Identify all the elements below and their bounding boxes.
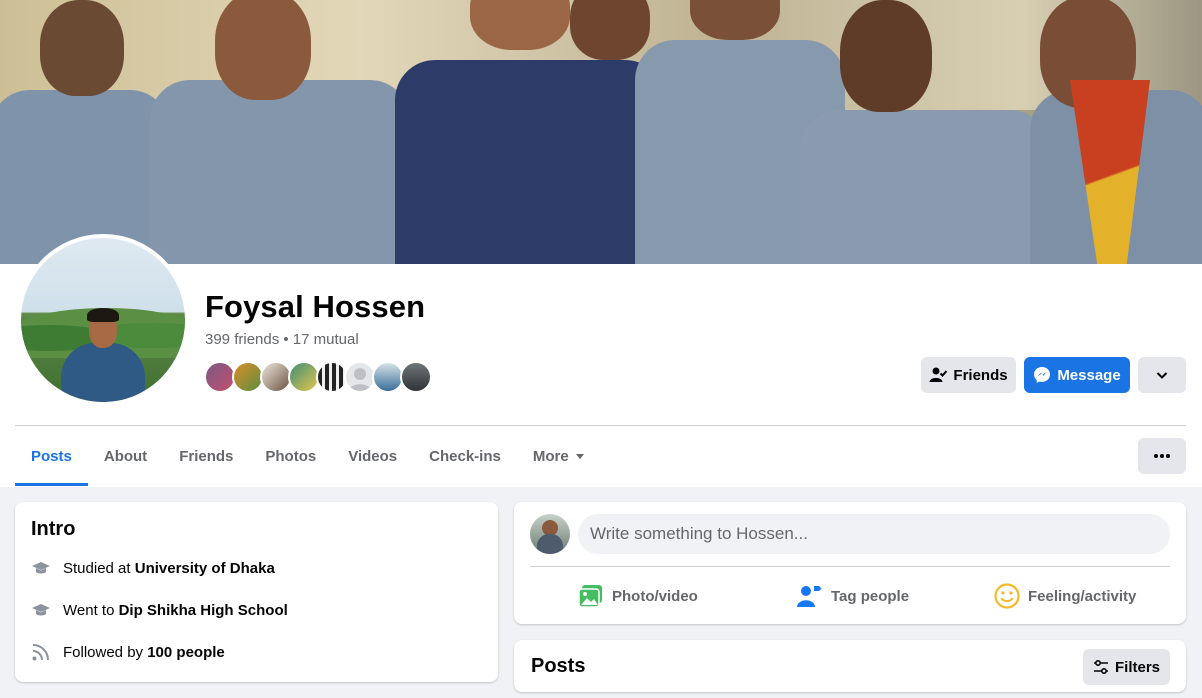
- messenger-icon: [1034, 367, 1051, 383]
- profile-avatar[interactable]: [21, 238, 185, 402]
- intro-prefix: Went to: [63, 601, 115, 619]
- feeling-icon: [994, 583, 1020, 609]
- message-button[interactable]: Message: [1024, 357, 1130, 393]
- tab-friends[interactable]: Friends: [163, 426, 249, 486]
- posts-title: Posts: [531, 655, 586, 677]
- caret-down-icon: [575, 454, 584, 459]
- tabs-options-button[interactable]: [1138, 438, 1186, 474]
- graduation-cap-icon: [31, 600, 51, 620]
- rss-followers-icon: [31, 642, 51, 662]
- intro-education-school: Went to Dip Shikha High School: [31, 598, 288, 622]
- message-button-label: Message: [1057, 366, 1121, 384]
- school-link[interactable]: Dip Shikha High School: [119, 602, 288, 619]
- tab-photos[interactable]: Photos: [249, 426, 332, 486]
- intro-education-university: Studied at University of Dhaka: [31, 556, 275, 580]
- intro-prefix: Followed by: [63, 643, 144, 661]
- profile-name: Foysal Hossen: [205, 289, 426, 324]
- profile-tabs: Posts About Friends Photos Videos Check-…: [15, 426, 601, 486]
- profile-header: Foysal Hossen 399 friends • 17 mutual Fr…: [0, 0, 1202, 487]
- friend-check-icon: [929, 367, 948, 382]
- chevron-down-icon: [1156, 372, 1168, 379]
- photo-video-button[interactable]: Photo/video: [578, 576, 698, 616]
- tab-label: Check-ins: [429, 447, 501, 465]
- friends-button[interactable]: Friends: [921, 357, 1016, 393]
- cover-photo[interactable]: [0, 0, 1202, 264]
- tab-about[interactable]: About: [88, 426, 163, 486]
- tag-people-icon: [797, 586, 822, 607]
- tab-label: Posts: [31, 447, 72, 465]
- intro-followers: Followed by 100 people: [31, 640, 225, 664]
- tab-label: More: [532, 447, 569, 465]
- more-dots-icon: [1154, 454, 1170, 458]
- composer-input[interactable]: Write something to Hossen...: [578, 514, 1170, 554]
- default-avatar-icon: [349, 368, 371, 391]
- composer-avatar[interactable]: [530, 514, 570, 554]
- tag-people-button[interactable]: Tag people: [797, 576, 909, 616]
- friend-avatar[interactable]: [400, 361, 432, 393]
- profile-more-button[interactable]: [1138, 357, 1186, 393]
- photo-icon: [578, 585, 602, 608]
- filters-button[interactable]: Filters: [1083, 649, 1170, 685]
- filters-label: Filters: [1114, 658, 1160, 676]
- tab-videos[interactable]: Videos: [332, 426, 413, 486]
- action-label: Photo/video: [612, 587, 698, 605]
- action-label: Tag people: [831, 587, 910, 605]
- intro-card: Intro Studied at University of Dhaka Wen…: [15, 502, 498, 682]
- action-label: Feeling/activity: [1028, 587, 1137, 605]
- friends-button-label: Friends: [953, 366, 1008, 384]
- post-composer: Write something to Hossen... Photo/video…: [514, 502, 1186, 624]
- composer-divider: [530, 566, 1170, 567]
- posts-section-header: Posts Filters: [514, 640, 1186, 692]
- tab-label: Videos: [348, 447, 398, 465]
- tab-check-ins[interactable]: Check-ins: [413, 426, 517, 486]
- followers-link[interactable]: 100 people: [147, 644, 225, 661]
- friend-count[interactable]: 399 friends • 17 mutual: [205, 331, 359, 348]
- graduation-cap-icon: [31, 558, 51, 578]
- tab-posts[interactable]: Posts: [15, 426, 88, 486]
- intro-title: Intro: [31, 518, 76, 540]
- tab-more[interactable]: More: [517, 426, 601, 486]
- university-link[interactable]: University of Dhaka: [135, 560, 275, 577]
- tab-label: Photos: [265, 447, 317, 465]
- tab-label: About: [103, 447, 148, 465]
- tab-label: Friends: [179, 447, 234, 465]
- filters-icon: [1093, 659, 1108, 675]
- feeling-activity-button[interactable]: Feeling/activity: [994, 576, 1136, 616]
- intro-prefix: Studied at: [63, 559, 131, 577]
